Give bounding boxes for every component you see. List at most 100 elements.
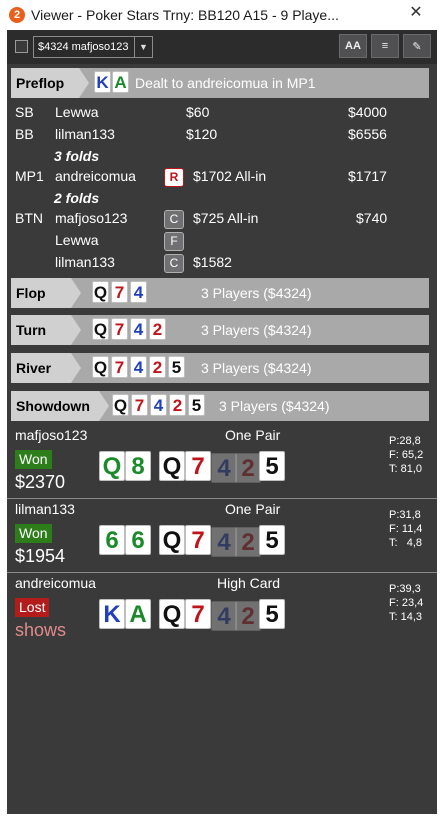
card: 7 xyxy=(111,281,128,303)
player-stats: P:31,8 F: 11,4 T: 4,8 xyxy=(389,508,422,550)
hole-card: K xyxy=(99,599,125,629)
board-card: 7 xyxy=(185,599,211,629)
card: Q xyxy=(112,394,129,416)
hand-select-value: $4324 mafjoso123 xyxy=(38,41,129,53)
player-name: andreicomua xyxy=(15,575,96,591)
action-row: BTN mafjoso123 C $725 All-in $740 xyxy=(15,210,433,231)
card: 5 xyxy=(188,394,205,416)
edit-pencil-icon[interactable]: ✎ xyxy=(403,34,431,58)
hole-card: Q xyxy=(99,451,125,481)
position: BB xyxy=(15,126,34,142)
toolbar: $4324 mafjoso123 ▼ AA ≡ ✎ xyxy=(7,30,437,64)
card: 5 xyxy=(168,356,185,378)
hand-rank: One Pair xyxy=(225,501,281,517)
select-checkbox[interactable] xyxy=(15,40,28,53)
board-card: Q xyxy=(159,451,185,481)
amount: $120 xyxy=(186,126,218,142)
showdown-player: andreicomua High Card Lost shows K A Q 7… xyxy=(7,572,437,646)
action-row: Lewwa F xyxy=(15,232,433,253)
street-label: Preflop xyxy=(11,68,89,98)
card: 4 xyxy=(150,394,167,416)
stat-t: T: 14,3 xyxy=(389,611,423,623)
position: SB xyxy=(15,104,34,120)
app-logo-icon: 2 xyxy=(9,7,25,23)
font-size-button[interactable]: AA xyxy=(339,34,367,58)
player-stats: P:39,3 F: 23,4 T: 14,3 xyxy=(389,582,423,624)
card: 2 xyxy=(149,318,166,340)
close-icon[interactable]: ✕ xyxy=(393,0,439,24)
window-title-bar: 2 Viewer - Poker Stars Trny: BB120 A15 -… xyxy=(0,0,444,30)
hand-select-dropdown[interactable]: $4324 mafjoso123 ▼ xyxy=(33,36,153,58)
board-card-unused: 4 xyxy=(211,601,237,631)
card: Q xyxy=(92,318,109,340)
board-card: 5 xyxy=(259,451,285,481)
card: A xyxy=(112,71,129,93)
stack: $6556 xyxy=(348,126,387,142)
action-row: BB lilman133 $120 $6556 xyxy=(15,126,433,147)
hole-card: 6 xyxy=(99,525,125,555)
hand-rank: One Pair xyxy=(225,427,281,443)
card: 7 xyxy=(111,318,128,340)
board-card: Q xyxy=(159,599,185,629)
stack: $4000 xyxy=(348,104,387,120)
card: Q xyxy=(92,356,109,378)
card: K xyxy=(94,71,111,93)
window-title: Viewer - Poker Stars Trny: BB120 A15 - 9… xyxy=(31,7,339,23)
street-bar-river: River Q 7 4 2 5 3 Players ($4324) xyxy=(11,353,429,383)
action-fold-badge: F xyxy=(164,232,184,251)
board-card: 7 xyxy=(185,451,211,481)
showdown-player: lilman133 One Pair Won $1954 6 6 Q 7 4 2… xyxy=(7,498,437,572)
player-name: Lewwa xyxy=(55,104,99,120)
players-pot: 3 Players ($4324) xyxy=(201,360,312,376)
players-pot: 3 Players ($4324) xyxy=(219,398,330,414)
street-bar-turn: Turn Q 7 4 2 3 Players ($4324) xyxy=(11,315,429,345)
street-bar-flop: Flop Q 7 4 3 Players ($4324) xyxy=(11,278,429,308)
position: BTN xyxy=(15,210,43,226)
card: 7 xyxy=(131,394,148,416)
result-badge: Won xyxy=(15,450,52,469)
street-label: Showdown xyxy=(11,391,109,421)
player-name: lilman133 xyxy=(55,254,115,270)
card: 4 xyxy=(130,318,147,340)
hole-card: 8 xyxy=(125,451,151,481)
stack: $740 xyxy=(356,210,388,226)
card: 2 xyxy=(149,356,166,378)
card: 4 xyxy=(130,281,147,303)
player-name: mafjoso123 xyxy=(15,427,88,443)
folds-label: 3 folds xyxy=(54,148,100,164)
stat-f: F: 11,4 xyxy=(389,523,423,535)
players-pot: 3 Players ($4324) xyxy=(201,285,312,301)
player-stats: P:28,8 F: 65,2 T: 81,0 xyxy=(389,434,423,476)
folds-label: 2 folds xyxy=(54,190,100,206)
won-amount: $2370 xyxy=(15,472,66,492)
board-card-unused: 4 xyxy=(211,527,237,557)
action-call-badge: C xyxy=(164,254,184,273)
stat-p: P:39,3 xyxy=(389,583,421,595)
showdown-player: mafjoso123 One Pair Won $2370 Q 8 Q 7 4 … xyxy=(7,424,437,498)
street-label: Flop xyxy=(11,278,81,308)
card: 7 xyxy=(111,356,128,378)
action-row: SB Lewwa $60 $4000 xyxy=(15,104,433,125)
card: 4 xyxy=(130,356,147,378)
card: Q xyxy=(92,281,109,303)
dealt-text: Dealt to andreicomua in MP1 xyxy=(135,75,316,91)
hand-viewer: $4324 mafjoso123 ▼ AA ≡ ✎ Preflop K A De… xyxy=(7,30,437,814)
amount: $60 xyxy=(186,104,210,120)
hole-card: A xyxy=(125,599,151,629)
board-card-unused: 2 xyxy=(235,601,261,631)
player-name: andreicomua xyxy=(55,168,136,184)
players-pot: 3 Players ($4324) xyxy=(201,322,312,338)
board-card-unused: 2 xyxy=(235,453,261,483)
chevron-down-icon[interactable]: ▼ xyxy=(134,37,152,57)
player-name: lilman133 xyxy=(55,126,115,142)
action-row: MP1 andreicomua R $1702 All-in $1717 xyxy=(15,168,433,189)
position: MP1 xyxy=(15,168,44,184)
action-raise-badge: R xyxy=(164,168,184,187)
list-view-button[interactable]: ≡ xyxy=(371,34,399,58)
stat-f: F: 65,2 xyxy=(389,449,424,461)
street-label: River xyxy=(11,353,81,383)
amount: $1702 All-in xyxy=(193,168,267,184)
hole-card: 6 xyxy=(125,525,151,555)
stat-f: F: 23,4 xyxy=(389,597,424,609)
board-card: 5 xyxy=(259,525,285,555)
